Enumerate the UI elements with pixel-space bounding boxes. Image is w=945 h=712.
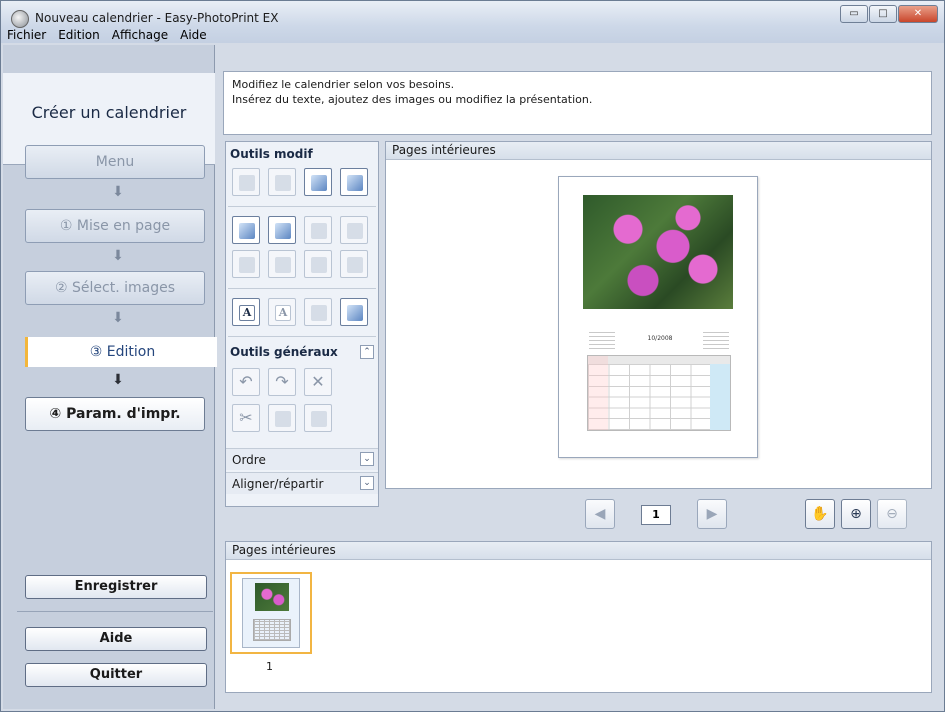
page-thumbnail[interactable] xyxy=(230,572,312,654)
text-layout-tool-icon[interactable] xyxy=(340,298,368,326)
step-select-images: ② Sélect. images xyxy=(25,271,205,305)
thumbnail-photo xyxy=(255,583,289,611)
step-param-impr[interactable]: ④ Param. d'impr. xyxy=(25,397,205,431)
tool-divider xyxy=(228,288,376,289)
general-tools-title: Outils généraux xyxy=(230,345,338,359)
tool-row-1 xyxy=(232,168,368,196)
tool-divider xyxy=(228,336,376,337)
next-page-button[interactable]: ▶ xyxy=(697,499,727,529)
rotate-left-tool-icon[interactable] xyxy=(232,168,260,196)
left-heading: Créer un calendrier xyxy=(31,103,187,122)
tool-row-4: A A xyxy=(232,298,368,326)
crop-tool-icon[interactable] xyxy=(232,250,260,278)
calendar-photo[interactable] xyxy=(583,195,733,309)
thumbnails-header: Pages intérieures xyxy=(226,542,931,560)
filter-tool-icon[interactable] xyxy=(340,250,368,278)
image-effect-tool-icon[interactable] xyxy=(304,216,332,244)
instruction-line-2: Insérez du texte, ajoutez des images ou … xyxy=(232,93,593,106)
thumbnail-label: 1 xyxy=(266,660,273,673)
separator xyxy=(17,611,213,612)
step-edition[interactable]: ③ Edition xyxy=(25,337,217,367)
align-label: Aligner/répartir xyxy=(232,477,324,491)
image-layout-tool-icon[interactable] xyxy=(340,168,368,196)
arrow-down-icon: ⬇ xyxy=(112,310,124,326)
add-image-tool-icon[interactable] xyxy=(232,216,260,244)
thumbnail-page xyxy=(242,578,300,648)
help-button[interactable]: Aide xyxy=(25,627,207,651)
copy-icon[interactable] xyxy=(268,404,296,432)
maximize-button[interactable]: □ xyxy=(869,5,897,23)
add-text-tool-icon[interactable]: A xyxy=(232,298,260,326)
replace-image-tool-icon[interactable] xyxy=(268,216,296,244)
calendar-month: 10/2008 xyxy=(647,335,673,342)
page-preview: Pages intérieures 10/2008 xyxy=(385,141,932,489)
step-menu: Menu xyxy=(25,145,205,179)
calendar-sunday-column xyxy=(588,356,608,430)
tool-row-2 xyxy=(232,216,368,244)
align-section[interactable]: Aligner/répartir xyxy=(226,472,378,494)
save-button[interactable]: Enregistrer xyxy=(25,575,207,599)
edit-tools-title: Outils modif xyxy=(230,147,313,161)
page-number: 1 xyxy=(641,505,671,525)
order-section[interactable]: Ordre xyxy=(226,448,378,470)
tool-row-3 xyxy=(232,250,368,278)
app-window: Nouveau calendrier - Easy-PhotoPrint EX … xyxy=(0,0,945,712)
mini-calendar-prev xyxy=(589,331,615,349)
rotate-right-tool-icon[interactable] xyxy=(268,168,296,196)
text-settings-tool-icon[interactable] xyxy=(304,298,332,326)
order-label: Ordre xyxy=(232,453,266,467)
arrow-down-icon: ⬇ xyxy=(112,372,124,388)
flip-tool-icon[interactable] xyxy=(304,250,332,278)
expand-order-icon[interactable]: ⌄ xyxy=(360,452,374,466)
redo-icon[interactable]: ↷ xyxy=(268,368,296,396)
menu-affichage[interactable]: Affichage xyxy=(112,28,168,42)
thumbnail-calendar xyxy=(253,619,291,641)
tools-panel: Outils modif A A Outils généraux ⌃ ↶ ↷ ✕… xyxy=(225,141,379,507)
calendar-weekday-row xyxy=(588,356,730,364)
mini-calendar-next xyxy=(703,331,729,349)
tool-row-6: ✂ xyxy=(232,404,332,432)
expand-align-icon[interactable]: ⌄ xyxy=(360,476,374,490)
menu-fichier[interactable]: Fichier xyxy=(7,28,46,42)
arrow-down-icon: ⬇ xyxy=(112,184,124,200)
frame-tool-icon[interactable] xyxy=(268,250,296,278)
calendar-grid[interactable] xyxy=(587,355,731,431)
menu-edition[interactable]: Edition xyxy=(58,28,100,42)
zoom-in-icon[interactable]: ⊕ xyxy=(841,499,871,529)
instructions-box: Modifiez le calendrier selon vos besoins… xyxy=(223,71,932,135)
vertical-text-tool-icon[interactable]: A xyxy=(268,298,296,326)
undo-icon[interactable]: ↶ xyxy=(232,368,260,396)
delete-icon[interactable]: ✕ xyxy=(304,368,332,396)
left-panel: Créer un calendrier Menu ⬇ ① Mise en pag… xyxy=(3,45,217,709)
menu-bar: Fichier Edition Affichage Aide xyxy=(1,25,944,45)
calendar-page[interactable]: 10/2008 xyxy=(558,176,758,458)
menu-aide[interactable]: Aide xyxy=(180,28,207,42)
cut-icon[interactable]: ✂ xyxy=(232,404,260,432)
collapse-up-icon[interactable]: ⌃ xyxy=(360,345,374,359)
quit-button[interactable]: Quitter xyxy=(25,663,207,687)
step-mise-en-page: ① Mise en page xyxy=(25,209,205,243)
instruction-line-1: Modifiez le calendrier selon vos besoins… xyxy=(232,78,455,91)
image-correct-tool-icon[interactable] xyxy=(340,216,368,244)
close-button[interactable]: ✕ xyxy=(898,5,938,23)
hand-tool-icon[interactable]: ✋ xyxy=(805,499,835,529)
arrow-down-icon: ⬇ xyxy=(112,248,124,264)
window-controls: ▭ □ ✕ xyxy=(840,5,938,23)
minimize-button[interactable]: ▭ xyxy=(840,5,868,23)
paste-icon[interactable] xyxy=(304,404,332,432)
zoom-out-icon[interactable]: ⊖ xyxy=(877,499,907,529)
preview-header: Pages intérieures xyxy=(386,142,931,160)
calendar-header: 10/2008 xyxy=(589,331,729,351)
tool-divider xyxy=(228,206,376,207)
image-frame-tool-icon[interactable] xyxy=(304,168,332,196)
prev-page-button[interactable]: ◀ xyxy=(585,499,615,529)
tool-row-5: ↶ ↷ ✕ xyxy=(232,368,332,396)
window-title: Nouveau calendrier - Easy-PhotoPrint EX xyxy=(35,11,279,25)
thumbnail-panel: Pages intérieures 1 xyxy=(225,541,932,693)
